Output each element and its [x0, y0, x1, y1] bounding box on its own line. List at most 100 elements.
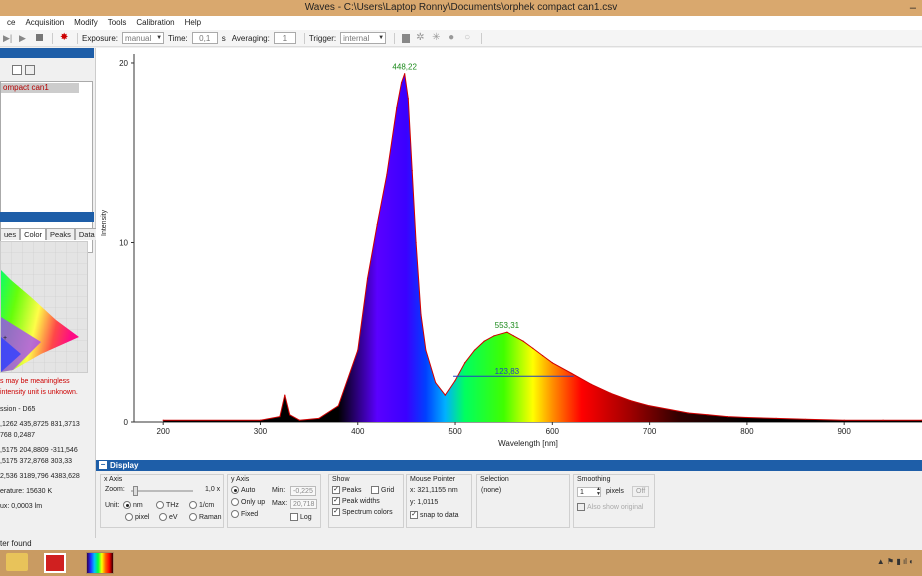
display-title: Display: [110, 461, 139, 470]
tab-color[interactable]: Color: [20, 228, 47, 240]
exposure-select[interactable]: manual ▼: [122, 32, 165, 44]
menu-help[interactable]: Help: [180, 16, 206, 30]
spectrum-chart[interactable]: 200 300 400 500 600 700 800 900 0 10 20 Wavelength …: [96, 48, 922, 460]
copy-icon[interactable]: [25, 65, 35, 75]
chevron-down-icon: ▼: [156, 35, 163, 41]
x-tick-label: 300: [254, 427, 268, 436]
tray-icons[interactable]: ▲ ⚑ ▮ ıl ◐: [877, 557, 914, 566]
unit-1cm-radio[interactable]: 1/cm: [189, 501, 214, 509]
waves-app-icon[interactable]: [86, 552, 114, 574]
exposure-label: Exposure:: [82, 33, 119, 43]
unit-nm-radio[interactable]: nm: [123, 501, 143, 509]
collapse-icon[interactable]: −: [99, 461, 107, 469]
zoom-slider-thumb[interactable]: [133, 486, 138, 496]
warning-text: s may be meaningless: [0, 378, 70, 385]
max-field[interactable]: 20,718: [290, 499, 318, 509]
data-point: [396, 107, 398, 109]
selection-value: (none): [481, 487, 502, 494]
stepper-arrows-icon[interactable]: ▲ ▼: [596, 487, 601, 497]
peak-label: 553,31: [495, 321, 520, 330]
menu-device[interactable]: ce: [2, 16, 20, 30]
tab-values[interactable]: ues: [0, 228, 21, 240]
group-title: Smoothing: [577, 476, 611, 483]
time-label: Time:: [168, 33, 188, 43]
window-title: Waves - C:\Users\Laptop Ronny\Documents\…: [304, 2, 618, 13]
unit-pixel-radio[interactable]: pixel: [125, 513, 149, 521]
title-bar: Waves - C:\Users\Laptop Ronny\Documents\…: [0, 0, 922, 16]
record-icon[interactable]: ●: [448, 33, 458, 43]
app-red-icon[interactable]: [44, 553, 66, 573]
circle-icon[interactable]: ○: [464, 33, 474, 43]
menu-calibration[interactable]: Calibration: [131, 16, 179, 30]
file-item[interactable]: ompact can1: [1, 83, 79, 93]
data-point: [444, 394, 446, 396]
file-explorer-icon[interactable]: [6, 553, 28, 571]
tab-peaks[interactable]: Peaks: [46, 228, 75, 240]
averaging-input[interactable]: 1: [273, 32, 296, 44]
data-point: [649, 405, 651, 407]
display-header[interactable]: − Display: [96, 460, 922, 471]
data-point: [571, 372, 573, 375]
data-point: [407, 98, 409, 100]
edit-icon[interactable]: [12, 65, 22, 75]
spectrum-colors-checkbox[interactable]: ✓ Spectrum colors: [332, 508, 393, 516]
info-row: erature: 15630 K: [0, 488, 53, 495]
toolbar-divider: [303, 32, 305, 44]
menu-bar: ce Acquisition Modify Tools Calibration …: [0, 16, 922, 30]
data-point: [279, 416, 281, 418]
log-checkbox[interactable]: Log: [290, 513, 312, 521]
min-label: Min:: [272, 487, 286, 494]
data-point: [357, 349, 359, 351]
warning-text: intensity unit is unknown.: [0, 389, 78, 396]
menu-acquisition[interactable]: Acquisition: [20, 16, 69, 30]
peak-widths-checkbox[interactable]: ✓ Peak widths: [332, 497, 380, 505]
save-icon[interactable]: [402, 33, 411, 43]
snap-checkbox[interactable]: ✓ snap to data: [410, 511, 459, 519]
data-point: [746, 416, 748, 419]
selection-group: Selection (none): [476, 474, 570, 528]
group-title: y Axis: [231, 476, 250, 483]
peak-label: 448,22: [392, 63, 417, 72]
peak-width-label: 123,83: [495, 367, 520, 376]
step-play-icon[interactable]: ▶|: [3, 33, 13, 43]
y-axis-group: y Axis Auto Only up Fixed Min: -0,225 Ma…: [227, 474, 321, 528]
auto-radio[interactable]: Auto: [231, 486, 255, 494]
play-icon[interactable]: ▶: [19, 33, 29, 43]
x-tick-label: 700: [643, 427, 657, 436]
status-text: ter found: [0, 539, 32, 548]
sparkle-alt-icon[interactable]: ✳: [432, 33, 442, 43]
data-point: [804, 418, 806, 420]
data-point: [376, 223, 378, 226]
data-point: [337, 405, 339, 407]
peaks-checkbox[interactable]: ✓ Peaks: [332, 486, 361, 494]
data-point: [512, 335, 515, 337]
x-tick-label: 200: [157, 427, 171, 436]
data-point: [434, 381, 437, 384]
zoom-slider[interactable]: [131, 490, 193, 492]
chevron-down-icon: ▼: [378, 35, 385, 41]
also-show-original-checkbox[interactable]: Also show original: [577, 503, 643, 511]
mouse-y: y: 1,0115: [410, 499, 439, 506]
off-button[interactable]: Off: [632, 486, 650, 497]
unit-raman-radio[interactable]: Raman: [189, 513, 222, 521]
unit-thz-radio[interactable]: THz: [156, 501, 179, 509]
fixed-radio[interactable]: Fixed: [231, 510, 258, 518]
unit-ev-radio[interactable]: eV: [159, 513, 178, 521]
min-field[interactable]: -0,225: [290, 486, 316, 496]
stop-icon[interactable]: [35, 33, 45, 43]
time-input[interactable]: 0,1: [191, 32, 218, 44]
menu-tools[interactable]: Tools: [103, 16, 132, 30]
grid-checkbox[interactable]: Grid: [371, 486, 394, 494]
data-point: [668, 408, 670, 411]
info-row: ssion - D65: [0, 406, 36, 413]
spectrum-plot[interactable]: 200 300 400 500 600 700 800 900 0 10 20 Wavelength …: [96, 48, 922, 460]
dark-spectrum-icon[interactable]: ✸: [60, 33, 70, 43]
group-title: x Axis: [104, 476, 123, 483]
toolbar-divider: [394, 32, 396, 44]
sparkle-icon[interactable]: ✲: [416, 33, 426, 43]
x-tick-label: 900: [837, 427, 851, 436]
trigger-select[interactable]: internal ▼: [340, 32, 387, 44]
menu-modify[interactable]: Modify: [69, 16, 103, 30]
minimize-button[interactable]: –: [910, 0, 916, 16]
only-up-radio[interactable]: Only up: [231, 498, 265, 506]
